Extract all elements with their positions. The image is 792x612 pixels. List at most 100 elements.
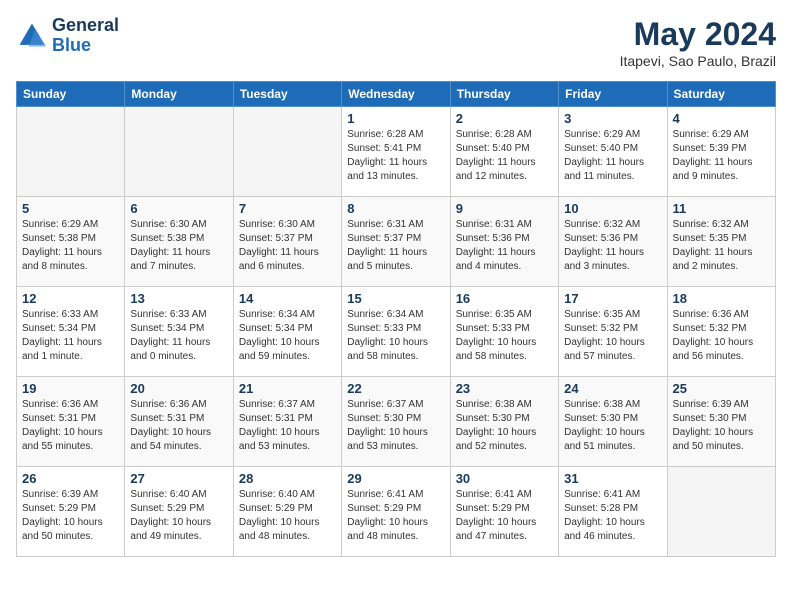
calendar-week: 5 Sunrise: 6:29 AMSunset: 5:38 PMDaylight…: [17, 197, 776, 287]
day-info: Sunrise: 6:31 AMSunset: 5:37 PMDaylight:…: [347, 218, 444, 274]
day-info: Sunrise: 6:29 AMSunset: 5:38 PMDaylight:…: [22, 218, 119, 274]
calendar-week: 12 Sunrise: 6:33 AMSunset: 5:34 PMDayligh…: [17, 287, 776, 377]
day-number: 3: [564, 111, 661, 126]
calendar-cell: 3 Sunrise: 6:29 AMSunset: 5:40 PMDaylight…: [559, 107, 667, 197]
day-info: Sunrise: 6:29 AMSunset: 5:40 PMDaylight:…: [564, 128, 661, 184]
day-info: Sunrise: 6:38 AMSunset: 5:30 PMDaylight:…: [456, 398, 553, 454]
day-number: 20: [130, 381, 227, 396]
day-number: 12: [22, 291, 119, 306]
day-info: Sunrise: 6:28 AMSunset: 5:40 PMDaylight:…: [456, 128, 553, 184]
day-info: Sunrise: 6:34 AMSunset: 5:34 PMDaylight:…: [239, 308, 336, 364]
day-number: 15: [347, 291, 444, 306]
day-info: Sunrise: 6:35 AMSunset: 5:32 PMDaylight:…: [564, 308, 661, 364]
calendar-cell: 4Sunrise: 6:29 AMSunset: 5:39 PMDaylight…: [667, 107, 775, 197]
day-info: Sunrise: 6:33 AMSunset: 5:34 PMDaylight:…: [130, 308, 227, 364]
calendar-cell: 20 Sunrise: 6:36 AMSunset: 5:31 PMDayligh…: [125, 377, 233, 467]
calendar-cell: 26 Sunrise: 6:39 AMSunset: 5:29 PMDayligh…: [17, 467, 125, 557]
calendar-cell: 1Sunrise: 6:28 AMSunset: 5:41 PMDaylight…: [342, 107, 450, 197]
day-info: Sunrise: 6:36 AMSunset: 5:31 PMDaylight:…: [22, 398, 119, 454]
calendar-cell: 27 Sunrise: 6:40 AMSunset: 5:29 PMDayligh…: [125, 467, 233, 557]
logo: General Blue: [16, 16, 119, 56]
calendar-cell: 17 Sunrise: 6:35 AMSunset: 5:32 PMDayligh…: [559, 287, 667, 377]
day-info: Sunrise: 6:40 AMSunset: 5:29 PMDaylight:…: [130, 488, 227, 544]
day-number: 25: [673, 381, 770, 396]
day-number: 7: [239, 201, 336, 216]
day-info: Sunrise: 6:39 AMSunset: 5:29 PMDaylight:…: [22, 488, 119, 544]
day-number: 4: [673, 111, 770, 126]
calendar-cell: 11 Sunrise: 6:32 AMSunset: 5:35 PMDayligh…: [667, 197, 775, 287]
day-number: 10: [564, 201, 661, 216]
day-info: Sunrise: 6:41 AMSunset: 5:28 PMDaylight:…: [564, 488, 661, 544]
weekday-header: Monday: [125, 82, 233, 107]
day-number: 8: [347, 201, 444, 216]
calendar-cell: 16Sunrise: 6:35 AMSunset: 5:33 PMDayligh…: [450, 287, 558, 377]
day-info: Sunrise: 6:37 AMSunset: 5:31 PMDaylight:…: [239, 398, 336, 454]
calendar-cell: 23 Sunrise: 6:38 AMSunset: 5:30 PMDayligh…: [450, 377, 558, 467]
day-number: 11: [673, 201, 770, 216]
calendar-week: 19Sunrise: 6:36 AMSunset: 5:31 PMDayligh…: [17, 377, 776, 467]
day-info: Sunrise: 6:39 AMSunset: 5:30 PMDaylight:…: [673, 398, 770, 454]
weekday-header: Saturday: [667, 82, 775, 107]
calendar-cell: 19Sunrise: 6:36 AMSunset: 5:31 PMDayligh…: [17, 377, 125, 467]
calendar-cell: 28Sunrise: 6:40 AMSunset: 5:29 PMDayligh…: [233, 467, 341, 557]
calendar-week: 26 Sunrise: 6:39 AMSunset: 5:29 PMDayligh…: [17, 467, 776, 557]
day-info: Sunrise: 6:32 AMSunset: 5:35 PMDaylight:…: [673, 218, 770, 274]
month-title: May 2024: [620, 16, 776, 53]
calendar-cell: [667, 467, 775, 557]
day-number: 18: [673, 291, 770, 306]
calendar-week: 1Sunrise: 6:28 AMSunset: 5:41 PMDaylight…: [17, 107, 776, 197]
calendar-cell: 6Sunrise: 6:30 AMSunset: 5:38 PMDaylight…: [125, 197, 233, 287]
calendar-cell: [233, 107, 341, 197]
calendar-cell: 29Sunrise: 6:41 AMSunset: 5:29 PMDayligh…: [342, 467, 450, 557]
day-info: Sunrise: 6:36 AMSunset: 5:31 PMDaylight:…: [130, 398, 227, 454]
day-info: Sunrise: 6:40 AMSunset: 5:29 PMDaylight:…: [239, 488, 336, 544]
calendar-cell: 31 Sunrise: 6:41 AMSunset: 5:28 PMDayligh…: [559, 467, 667, 557]
logo-icon: [16, 20, 48, 52]
calendar-cell: 13Sunrise: 6:33 AMSunset: 5:34 PMDayligh…: [125, 287, 233, 377]
weekday-header: Thursday: [450, 82, 558, 107]
weekday-header: Wednesday: [342, 82, 450, 107]
day-number: 27: [130, 471, 227, 486]
day-number: 31: [564, 471, 661, 486]
day-info: Sunrise: 6:33 AMSunset: 5:34 PMDaylight:…: [22, 308, 119, 364]
day-info: Sunrise: 6:37 AMSunset: 5:30 PMDaylight:…: [347, 398, 444, 454]
day-info: Sunrise: 6:41 AMSunset: 5:29 PMDaylight:…: [456, 488, 553, 544]
calendar-cell: 15 Sunrise: 6:34 AMSunset: 5:33 PMDayligh…: [342, 287, 450, 377]
calendar-cell: 22 Sunrise: 6:37 AMSunset: 5:30 PMDayligh…: [342, 377, 450, 467]
day-number: 2: [456, 111, 553, 126]
day-number: 5: [22, 201, 119, 216]
day-info: Sunrise: 6:30 AMSunset: 5:37 PMDaylight:…: [239, 218, 336, 274]
calendar-cell: 30 Sunrise: 6:41 AMSunset: 5:29 PMDayligh…: [450, 467, 558, 557]
logo-line1: General: [52, 16, 119, 36]
day-number: 17: [564, 291, 661, 306]
day-number: 23: [456, 381, 553, 396]
weekday-header: Tuesday: [233, 82, 341, 107]
day-info: Sunrise: 6:31 AMSunset: 5:36 PMDaylight:…: [456, 218, 553, 274]
calendar-cell: 21 Sunrise: 6:37 AMSunset: 5:31 PMDayligh…: [233, 377, 341, 467]
calendar-cell: 5 Sunrise: 6:29 AMSunset: 5:38 PMDaylight…: [17, 197, 125, 287]
calendar-table: SundayMondayTuesdayWednesdayThursdayFrid…: [16, 81, 776, 557]
day-number: 21: [239, 381, 336, 396]
day-info: Sunrise: 6:41 AMSunset: 5:29 PMDaylight:…: [347, 488, 444, 544]
calendar-cell: 25 Sunrise: 6:39 AMSunset: 5:30 PMDayligh…: [667, 377, 775, 467]
day-info: Sunrise: 6:28 AMSunset: 5:41 PMDaylight:…: [347, 128, 444, 184]
day-info: Sunrise: 6:38 AMSunset: 5:30 PMDaylight:…: [564, 398, 661, 454]
page-header: General Blue May 2024 Itapevi, Sao Paulo…: [16, 16, 776, 69]
weekday-header: Friday: [559, 82, 667, 107]
calendar-cell: 10 Sunrise: 6:32 AMSunset: 5:36 PMDayligh…: [559, 197, 667, 287]
calendar-cell: 14 Sunrise: 6:34 AMSunset: 5:34 PMDayligh…: [233, 287, 341, 377]
logo-line2: Blue: [52, 36, 119, 56]
day-info: Sunrise: 6:36 AMSunset: 5:32 PMDaylight:…: [673, 308, 770, 364]
title-block: May 2024 Itapevi, Sao Paulo, Brazil: [620, 16, 776, 69]
header-row: SundayMondayTuesdayWednesdayThursdayFrid…: [17, 82, 776, 107]
calendar-cell: 12 Sunrise: 6:33 AMSunset: 5:34 PMDayligh…: [17, 287, 125, 377]
day-info: Sunrise: 6:32 AMSunset: 5:36 PMDaylight:…: [564, 218, 661, 274]
weekday-header: Sunday: [17, 82, 125, 107]
day-number: 30: [456, 471, 553, 486]
day-number: 14: [239, 291, 336, 306]
day-number: 22: [347, 381, 444, 396]
calendar-cell: 18 Sunrise: 6:36 AMSunset: 5:32 PMDayligh…: [667, 287, 775, 377]
day-number: 26: [22, 471, 119, 486]
day-info: Sunrise: 6:34 AMSunset: 5:33 PMDaylight:…: [347, 308, 444, 364]
day-number: 16: [456, 291, 553, 306]
